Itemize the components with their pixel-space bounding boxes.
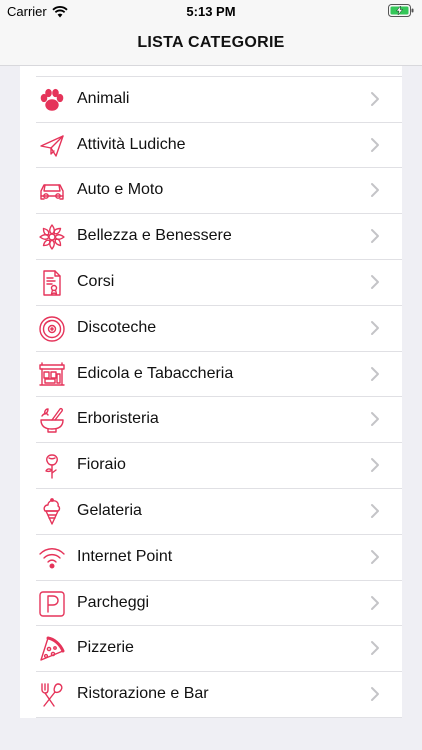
chevron-right-icon <box>371 595 379 610</box>
category-label: Bellezza e Benessere <box>77 227 232 245</box>
page-title: LISTA CATEGORIE <box>137 34 285 51</box>
clock: 5:13 PM <box>186 4 236 19</box>
category-label: Gelateria <box>77 501 142 519</box>
category-label: Ristorazione e Bar <box>77 685 209 703</box>
car-icon <box>38 177 66 205</box>
category-row-fioraio[interactable]: Fioraio <box>20 443 402 489</box>
category-label: Fioraio <box>77 456 126 474</box>
chevron-right-icon <box>371 687 379 702</box>
row-separator <box>36 716 402 718</box>
category-label: Internet Point <box>77 547 173 565</box>
lotus-flower-icon <box>38 223 66 251</box>
chevron-right-icon <box>371 549 379 564</box>
category-label: Edicola e Tabaccheria <box>77 364 234 382</box>
category-label: Parcheggi <box>77 593 150 611</box>
chevron-right-icon <box>371 229 379 244</box>
category-row-gelateria[interactable]: Gelateria <box>20 489 402 535</box>
category-label: Animali <box>77 89 130 107</box>
category-row-internet-point[interactable]: Internet Point <box>20 535 402 581</box>
ice-cream-cone-icon <box>38 498 66 526</box>
chevron-right-icon <box>371 137 379 152</box>
chevron-right-icon <box>371 641 379 656</box>
category-row-ristorazione-e-bar[interactable]: Ristorazione e Bar <box>20 672 402 718</box>
parking-sign-icon <box>38 590 66 618</box>
chevron-right-icon <box>371 91 379 106</box>
category-row-animali[interactable]: Animali <box>20 77 402 123</box>
chevron-right-icon <box>371 412 379 427</box>
category-list-card: Alimentari Animali Attività Ludiche Auto… <box>20 66 402 718</box>
chevron-right-icon <box>371 366 379 381</box>
chevron-right-icon <box>371 183 379 198</box>
category-row-erboristeria[interactable]: Erboristeria <box>20 397 402 444</box>
battery-charging-icon <box>388 4 414 17</box>
category-label: Attività Ludiche <box>77 135 186 153</box>
category-row-corsi[interactable]: Corsi <box>20 260 402 306</box>
category-label: Pizzerie <box>77 639 134 657</box>
chevron-right-icon <box>371 503 379 518</box>
category-row-discoteche[interactable]: Discoteche <box>20 306 402 352</box>
category-row-pizzerie[interactable]: Pizzerie <box>20 626 402 673</box>
paper-plane-icon <box>38 132 66 160</box>
newsstand-icon <box>38 361 66 389</box>
category-label: Auto e Moto <box>77 181 164 199</box>
paw-icon <box>38 86 66 114</box>
mortar-pestle-icon <box>38 406 66 434</box>
certificate-document-icon <box>38 269 66 297</box>
status-bar: Carrier 5:13 PM <box>0 0 422 22</box>
chevron-right-icon <box>371 320 379 335</box>
vinyl-record-icon <box>38 315 66 343</box>
pizza-slice-icon <box>38 635 66 663</box>
status-right <box>388 4 414 17</box>
category-row-attivita-ludiche[interactable]: Attività Ludiche <box>20 123 402 169</box>
fork-spoon-icon <box>38 681 66 709</box>
navigation-bar: LISTA CATEGORIE <box>0 22 422 66</box>
category-row-bellezza-e-benessere[interactable]: Bellezza e Benessere <box>20 214 402 260</box>
category-row-auto-e-moto[interactable]: Auto e Moto <box>20 168 402 215</box>
chevron-right-icon <box>371 274 379 289</box>
groceries-icon <box>38 66 66 68</box>
category-label: Corsi <box>77 272 115 290</box>
rose-icon <box>38 452 66 480</box>
category-row-edicola-e-tabaccheria[interactable]: Edicola e Tabaccheria <box>20 352 402 398</box>
category-list[interactable]: Alimentari Animali Attività Ludiche Auto… <box>0 66 422 750</box>
category-row-parcheggi[interactable]: Parcheggi <box>20 581 402 627</box>
wifi-icon <box>38 544 66 572</box>
chevron-right-icon <box>371 458 379 473</box>
category-row-alimentari[interactable]: Alimentari <box>20 66 402 77</box>
category-label: Discoteche <box>77 318 157 336</box>
category-label: Erboristeria <box>77 410 159 428</box>
